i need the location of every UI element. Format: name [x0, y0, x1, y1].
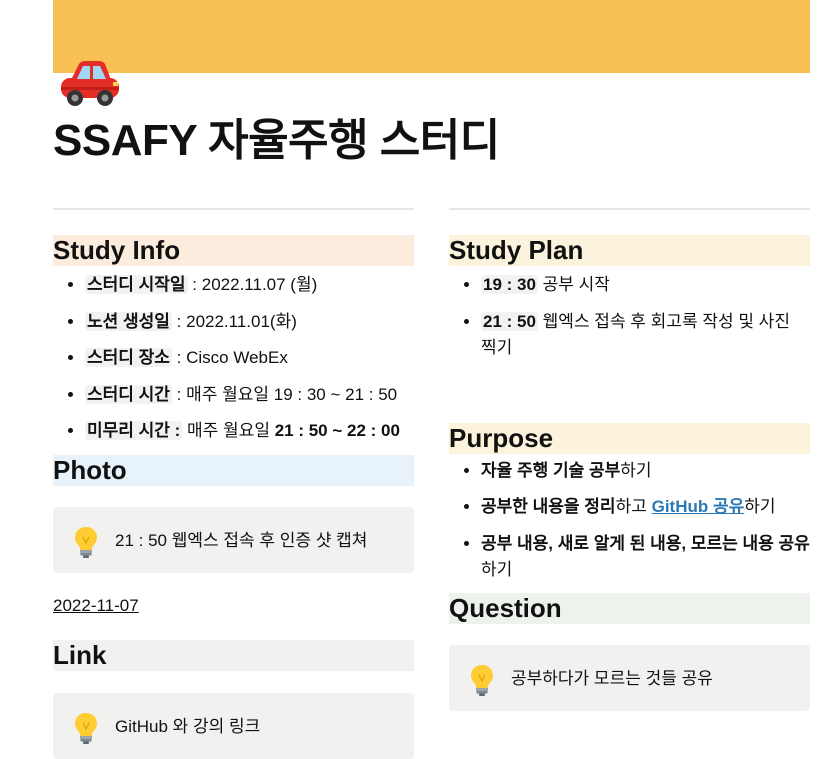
purpose-text: 하기 — [620, 460, 652, 480]
right-divider — [449, 208, 810, 210]
list-item: 스터디 시간 : 매주 월요일 19 : 30 ~ 21 : 50 — [85, 382, 414, 408]
lightbulb-icon — [75, 526, 97, 558]
info-label: 미무리 시간 : — [85, 421, 183, 440]
purpose-text: 하기 — [744, 497, 776, 516]
study-plan-heading: Study Plan — [449, 235, 810, 266]
info-value-bold: 21 : 50 ~ 22 : 00 — [274, 421, 400, 440]
list-item: 공부 내용, 새로 알게 된 내용, 모르는 내용 공유하기 — [481, 531, 810, 583]
link-heading: Link — [53, 639, 414, 671]
info-value: 2022.11.07 (월) — [201, 275, 318, 294]
info-label: 스터디 시간 — [85, 384, 172, 404]
list-item: 19 : 30 공부 시작 — [481, 272, 810, 298]
list-item: 21 : 50 웹엑스 접속 후 회고록 작성 및 사진 찍기 — [481, 309, 810, 361]
list-item: 스터디 장소 : Cisco WebEx — [85, 345, 414, 371]
info-label: 노션 생성일 — [85, 311, 172, 331]
plan-text: 공부 시작 — [537, 275, 610, 294]
info-sep: : — [187, 275, 202, 294]
list-item: 공부한 내용을 정리하고 GitHub 공유하기 — [481, 494, 810, 520]
study-info-heading: Study Info — [53, 235, 414, 266]
left-divider — [53, 208, 414, 210]
study-plan-list: 19 : 30 공부 시작 21 : 50 웹엑스 접속 후 회고록 작성 및 … — [449, 272, 810, 361]
info-sep: : — [171, 311, 187, 331]
info-value: Cisco WebEx — [186, 348, 288, 367]
right-column: Study Plan 19 : 30 공부 시작 21 : 50 웹엑스 접속 … — [449, 235, 810, 711]
photo-date-link[interactable]: 2022-11-07 — [53, 596, 139, 615]
info-value: 2022.11.01(화) — [186, 311, 297, 331]
link-callout-text: GitHub 와 강의 링크 — [115, 716, 261, 736]
info-label: 스터디 시작일 — [85, 275, 188, 294]
github-link[interactable]: GitHub 공유 — [652, 497, 745, 516]
list-item: 스터디 시작일 : 2022.11.07 (월) — [85, 272, 414, 298]
purpose-bold: 공부 내용, 새로 알게 된 내용, 모르는 내용 공유 — [481, 533, 810, 553]
car-icon — [61, 61, 119, 106]
purpose-bold: 자율 주행 기술 공부 — [481, 460, 621, 480]
info-label: 스터디 장소 — [85, 348, 172, 367]
purpose-list: 자율 주행 기술 공부하기 공부한 내용을 정리하고 GitHub 공유하기 공… — [449, 458, 810, 583]
photo-callout-text: 21 : 50 웹엑스 접속 후 인증 샷 캡쳐 — [115, 530, 368, 550]
list-item: 미무리 시간 : 매주 월요일 21 : 50 ~ 22 : 00 — [85, 418, 414, 444]
photo-heading: Photo — [53, 454, 414, 486]
plan-time: 21 : 50 — [481, 311, 538, 331]
list-item: 자율 주행 기술 공부하기 — [481, 458, 810, 484]
question-heading: Question — [449, 593, 810, 624]
page-title: SSAFY 자율주행 스터디 — [53, 116, 500, 165]
plan-time: 19 : 30 — [481, 275, 538, 294]
purpose-text: 하기 — [481, 559, 513, 579]
photo-callout: 21 : 50 웹엑스 접속 후 인증 샷 캡쳐 — [53, 506, 414, 573]
purpose-heading: Purpose — [449, 422, 810, 454]
purpose-bold: 공부한 내용을 정리 — [481, 497, 616, 516]
info-sep: : — [171, 384, 187, 404]
question-callout-text: 공부하다가 모르는 것들 공유 — [511, 669, 713, 688]
list-item: 노션 생성일 : 2022.11.01(화) — [85, 309, 414, 335]
lightbulb-icon — [75, 712, 97, 744]
info-value: 매주 월요일 — [187, 421, 275, 440]
left-column: Study Info 스터디 시작일 : 2022.11.07 (월) 노션 생… — [53, 235, 414, 759]
link-callout: GitHub 와 강의 링크 — [53, 692, 414, 759]
question-callout: 공부하다가 모르는 것들 공유 — [449, 645, 810, 711]
purpose-text: 하고 — [615, 497, 652, 516]
study-info-list: 스터디 시작일 : 2022.11.07 (월) 노션 생성일 : 2022.1… — [53, 272, 414, 444]
lightbulb-icon — [471, 665, 493, 696]
info-sep: : — [171, 348, 187, 367]
page-cover — [53, 0, 810, 73]
info-value: 매주 월요일 19 : 30 ~ 21 : 50 — [186, 384, 398, 404]
